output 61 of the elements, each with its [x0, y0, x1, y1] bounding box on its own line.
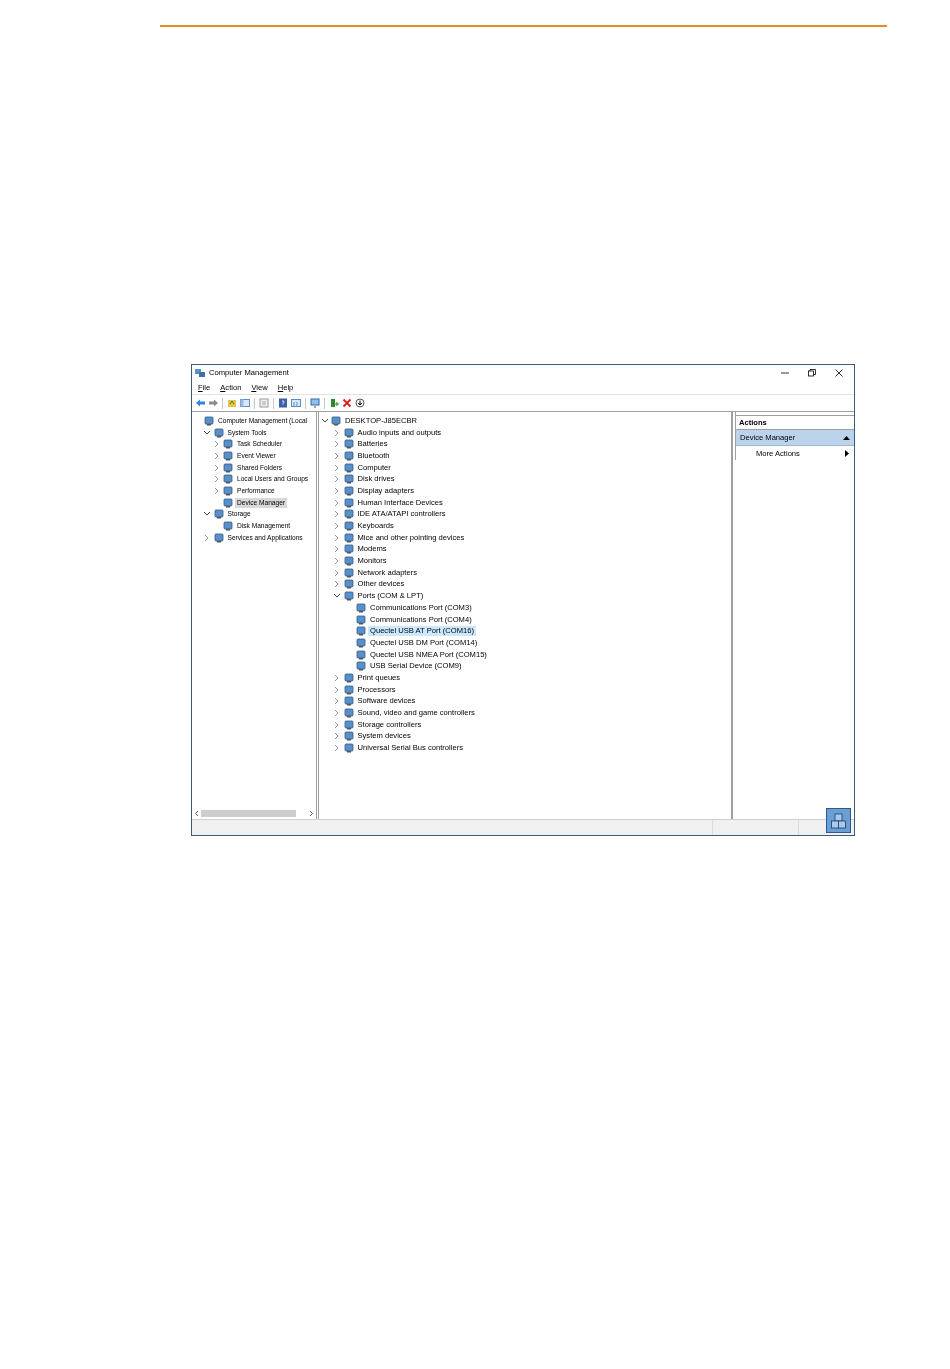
- folder-up-icon[interactable]: [227, 398, 237, 408]
- device-icon: [343, 696, 354, 707]
- scroll-left-icon: [194, 809, 199, 817]
- device-icon: [356, 649, 366, 660]
- device-icon: [223, 474, 233, 485]
- device-icon: [343, 427, 354, 438]
- device-icon: [223, 521, 233, 532]
- back-arrow-icon[interactable]: [195, 398, 205, 408]
- action-pane-icon[interactable]: [291, 398, 301, 408]
- close-icon[interactable]: [834, 367, 844, 378]
- device-icon: [343, 719, 354, 730]
- device-icon: [343, 708, 354, 719]
- submenu-arrow-icon: [845, 450, 849, 457]
- device-icon: [343, 485, 354, 496]
- device-icon: [343, 509, 354, 520]
- restore-icon[interactable]: [807, 367, 817, 378]
- device-icon: [356, 602, 366, 613]
- device-icon: [343, 450, 354, 461]
- console-tree-icon[interactable]: [240, 398, 250, 408]
- chevron-icon[interactable]: [203, 428, 211, 437]
- device-icon: [356, 614, 366, 625]
- device-icon: [213, 427, 224, 438]
- device-icon: [343, 521, 354, 532]
- blocks-button[interactable]: [826, 808, 851, 833]
- delete-icon[interactable]: [342, 398, 352, 408]
- device-icon: [343, 743, 354, 754]
- chevron-icon[interactable]: [320, 416, 329, 425]
- device-icon: [343, 544, 354, 555]
- device-icon: [343, 672, 354, 683]
- device-icon: [213, 509, 224, 520]
- device-icon: [343, 567, 354, 578]
- collapse-icon: [843, 434, 850, 441]
- device-icon: [343, 579, 354, 590]
- device-icon: [356, 626, 366, 637]
- device-icon: [331, 415, 341, 426]
- device-icon: [223, 485, 233, 496]
- blocks-icon: [830, 812, 847, 829]
- download-icon[interactable]: [355, 398, 365, 408]
- scroll-right-icon: [309, 809, 314, 817]
- device-icon: [204, 415, 214, 426]
- device-icon: [343, 462, 354, 473]
- help-icon[interactable]: [278, 398, 288, 408]
- device-icon: [343, 684, 354, 695]
- horizontal-scrollbar[interactable]: [192, 808, 316, 818]
- device-icon: [343, 591, 354, 602]
- device-icon: [223, 439, 233, 450]
- device-icon: [343, 532, 354, 543]
- device-icon: [223, 462, 233, 473]
- device-icon: [343, 556, 354, 567]
- monitor-icon[interactable]: [310, 398, 320, 408]
- device-icon: [343, 474, 354, 485]
- computer-icon: [194, 367, 206, 378]
- device-icon: [343, 439, 354, 450]
- device-icon: [356, 637, 366, 648]
- device-icon: [343, 731, 354, 742]
- device-icon: [343, 497, 354, 508]
- device-icon: [223, 497, 233, 508]
- forward-arrow-icon[interactable]: [208, 398, 218, 408]
- device-icon: [213, 532, 224, 543]
- device-icon: [223, 450, 233, 461]
- device-icon: [356, 661, 366, 672]
